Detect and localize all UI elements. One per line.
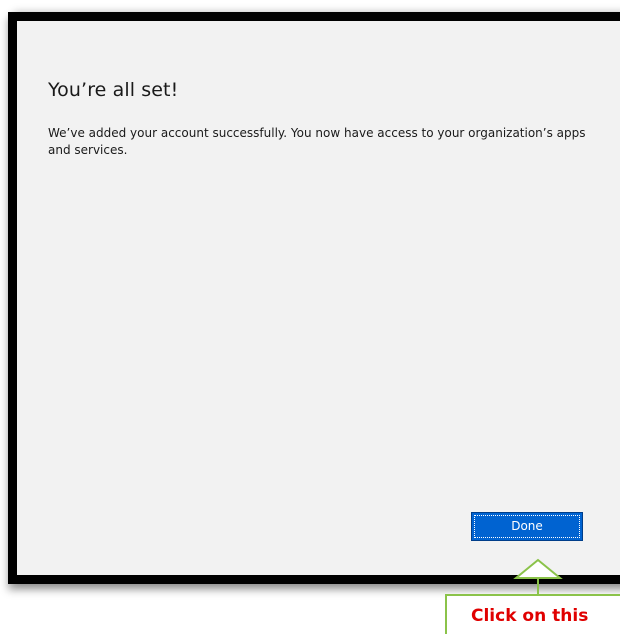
screenshot-page: You’re all set! We’ve added your account… — [0, 0, 620, 634]
dialog-message: We’ve added your account successfully. Y… — [48, 126, 586, 157]
done-button-label: Done — [511, 519, 543, 533]
done-button[interactable]: Done — [471, 512, 583, 541]
callout-text: Click on this — [471, 606, 589, 626]
dialog-title: You’re all set! — [48, 79, 179, 101]
account-added-dialog: You’re all set! We’ve added your account… — [17, 21, 620, 575]
callout-box: Click on this — [445, 594, 620, 634]
callout-arrow-icon — [513, 558, 563, 596]
window-frame: You’re all set! We’ve added your account… — [8, 12, 620, 584]
